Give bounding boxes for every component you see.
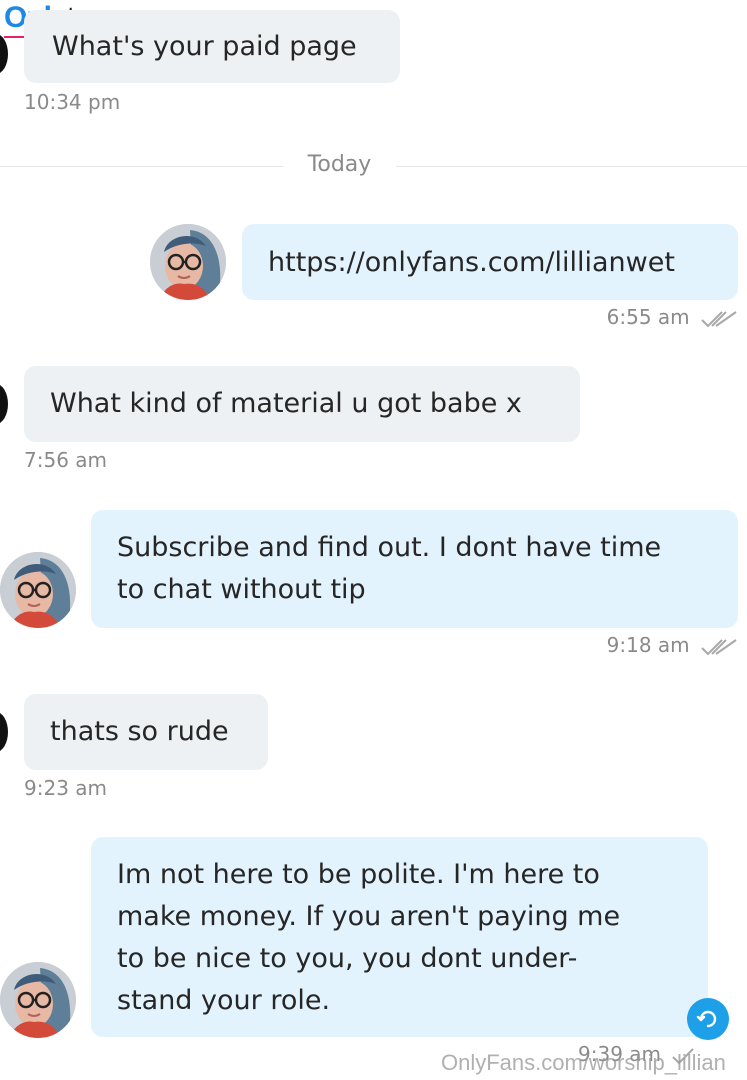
avatar-photo-icon [150, 224, 226, 300]
user-avatar[interactable] [0, 552, 76, 628]
message-text: https://onlyfans.com/lillianwet [268, 247, 675, 278]
message-bubble-outgoing[interactable]: Subscribe and find out. I dont have time… [91, 510, 738, 628]
sender-avatar-edge[interactable] [0, 712, 8, 752]
message-text-line: to chat without tip [117, 574, 366, 605]
double-check-icon [701, 310, 737, 327]
avatar-photo-icon [0, 962, 76, 1038]
message-text: What's your paid page [52, 31, 357, 62]
scroll-to-bottom-icon [696, 1010, 717, 1028]
message-bubble-outgoing[interactable]: https://onlyfans.com/lillianwet [242, 224, 738, 300]
message-time: 6:55 am [606, 305, 690, 329]
message-text-line: Subscribe and find out. I dont have time [117, 532, 662, 563]
message-bubble-incoming[interactable]: What's your paid page [24, 10, 400, 83]
message-time-row: 9:18 am [560, 633, 738, 657]
double-check-icon [701, 638, 737, 655]
message-time-row: 6:55 am [560, 305, 738, 329]
message-time: 10:34 pm [24, 90, 121, 114]
message-text-line: to be nice to you, you dont under- [117, 943, 578, 974]
message-text: thats so rude [50, 716, 229, 747]
user-avatar[interactable] [150, 224, 226, 300]
date-divider-label: Today [307, 152, 372, 177]
message-time: 7:56 am [24, 448, 108, 472]
message-bubble-outgoing[interactable]: Im not here to be polite. I'm here to ma… [91, 837, 708, 1037]
user-avatar[interactable] [0, 962, 76, 1038]
sender-avatar-edge[interactable] [0, 384, 8, 424]
sender-avatar-edge[interactable] [0, 34, 8, 74]
message-bubble-incoming[interactable]: thats so rude [24, 694, 268, 770]
avatar-photo-icon [0, 552, 76, 628]
message-text-line: make money. If you aren't paying me [117, 901, 621, 932]
message-text-line: Im not here to be polite. I'm here to [117, 859, 600, 890]
message-time: 9:18 am [606, 633, 690, 657]
watermark-text: OnlyFans.com/worship_lillian [441, 1050, 726, 1075]
message-time: 9:23 am [24, 776, 108, 800]
message-text-line: stand your role. [117, 985, 331, 1016]
message-bubble-incoming[interactable]: What kind of material u got babe x [24, 366, 580, 442]
scroll-to-bottom-button[interactable] [687, 998, 729, 1040]
message-text: What kind of material u got babe x [50, 388, 522, 419]
